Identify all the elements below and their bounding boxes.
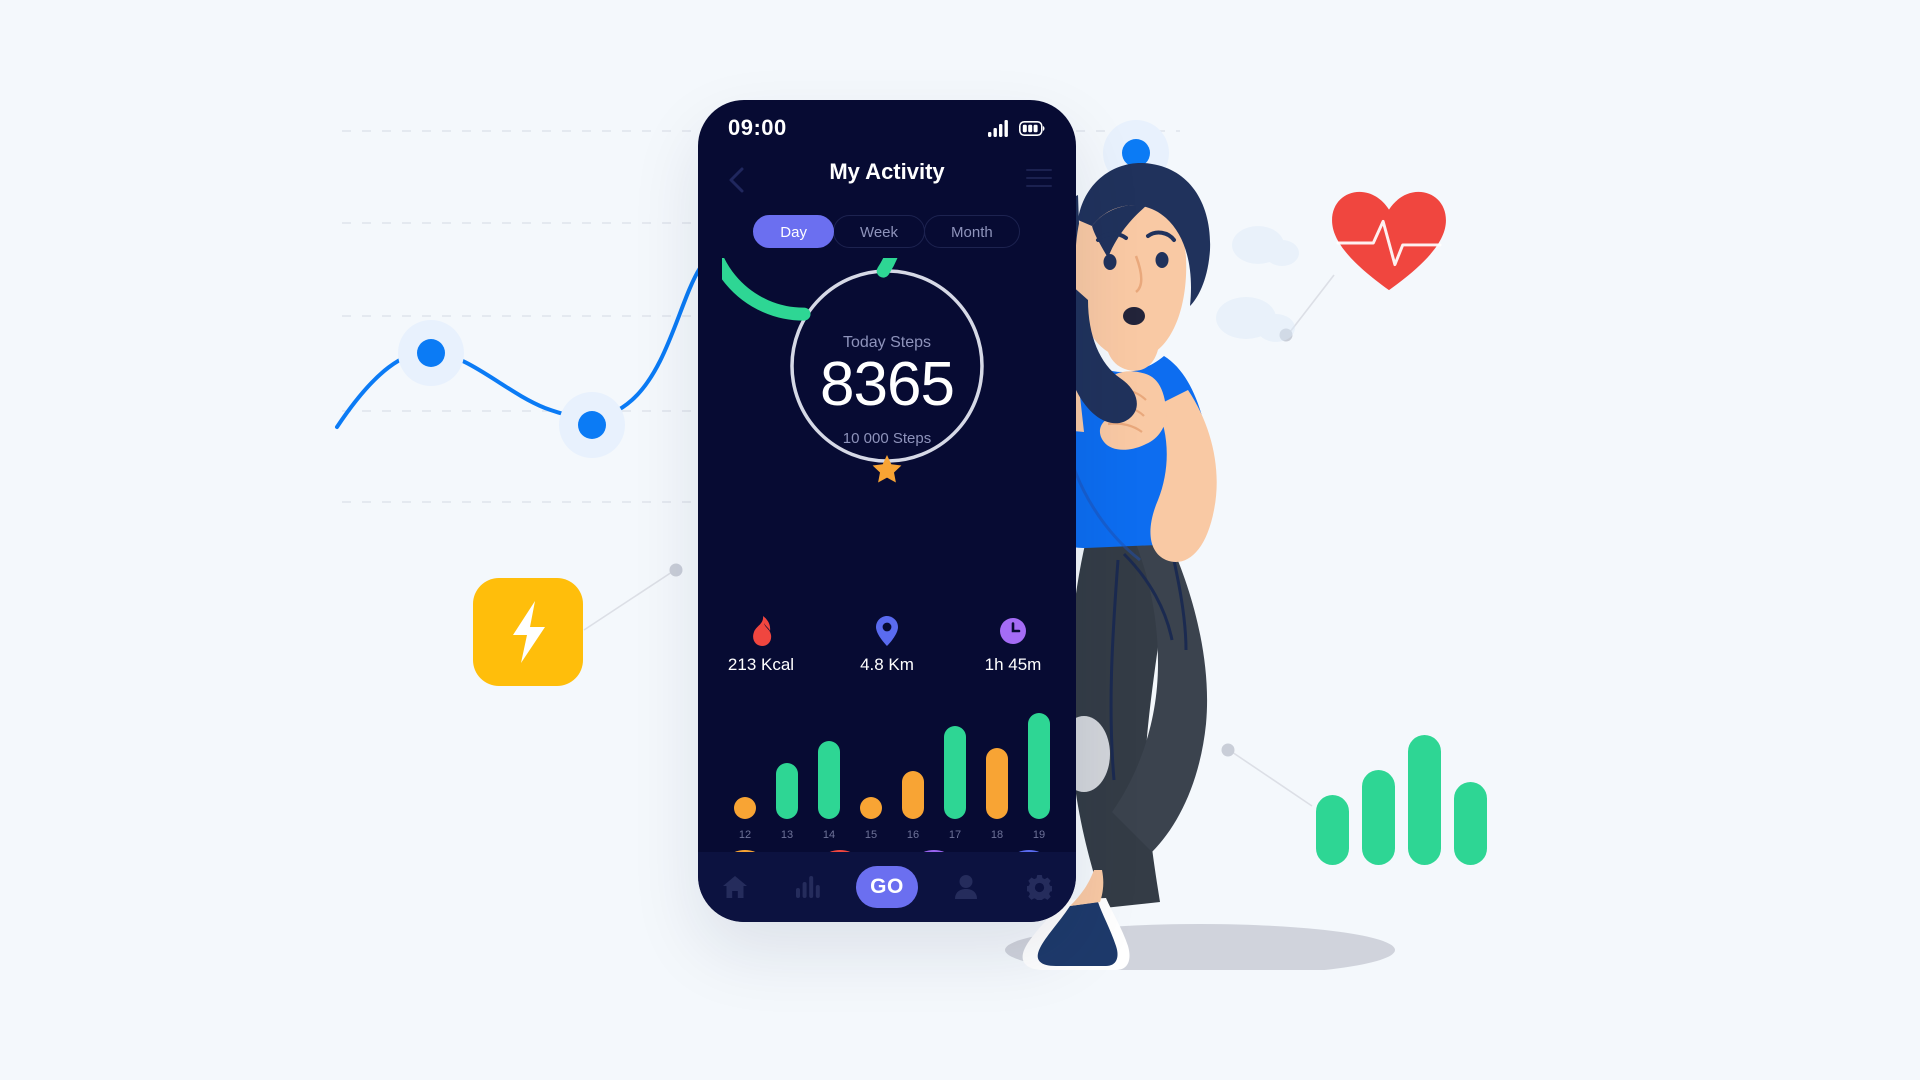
tab-day[interactable]: Day: [753, 215, 834, 248]
bottom-nav: GO: [698, 852, 1076, 922]
phone-mockup: 09:00 My Activity Day Week Month Today S…: [698, 100, 1076, 922]
stat-distance-value: 4.8 Km: [860, 655, 914, 674]
bar: [860, 797, 882, 819]
app-header: My Activity: [698, 155, 1076, 205]
hamburger-menu-icon[interactable]: [1026, 169, 1052, 187]
tab-week[interactable]: Week: [832, 215, 926, 248]
steps-value: 8365: [820, 350, 955, 419]
bar: [902, 771, 924, 819]
bar-label: 17: [948, 829, 962, 841]
stats-row: 213 Kcal 4.8 Km 1h 45m: [698, 616, 1076, 675]
bar-label: 14: [822, 829, 836, 841]
signal-bars-icon: [988, 119, 1008, 137]
nav-profile[interactable]: [940, 867, 992, 907]
star-icon: [872, 455, 902, 483]
stat-calories: 213 Kcal: [706, 616, 816, 675]
nav-home[interactable]: [709, 867, 761, 907]
energy-card: [473, 578, 583, 686]
steps-goal: 10 000 Steps: [842, 430, 932, 447]
bar-label: 12: [738, 829, 752, 841]
bar-label: 16: [906, 829, 920, 841]
status-bar: 09:00: [698, 100, 1076, 156]
page-title: My Activity: [829, 159, 945, 184]
go-button[interactable]: GO: [855, 866, 918, 908]
stat-duration-value: 1h 45m: [984, 655, 1042, 674]
bar-label: 19: [1032, 829, 1046, 841]
bar-label: 15: [864, 829, 878, 841]
home-icon: [722, 876, 747, 898]
runner-illustration: [1000, 163, 1395, 970]
nav-settings[interactable]: [1013, 867, 1065, 907]
hourly-bar-chart: 12 13 14 15 16 17 18 19: [698, 696, 1076, 841]
bar-chart-icon: [796, 876, 821, 898]
battery-icon: [1019, 120, 1045, 136]
illustration-canvas: 09:00 My Activity Day Week Month Today S…: [0, 0, 1920, 1080]
flame-icon: [753, 616, 772, 646]
status-time: 09:00: [728, 115, 787, 140]
stat-calories-value: 213 Kcal: [727, 655, 795, 674]
location-pin-icon: [876, 616, 898, 646]
bar: [986, 747, 1008, 819]
period-tabs: Day Week Month: [698, 215, 1076, 248]
bar: [818, 741, 840, 819]
stat-duration: 1h 45m: [958, 616, 1068, 675]
person-icon: [954, 875, 977, 899]
bar: [776, 762, 798, 819]
bar: [734, 797, 756, 819]
gear-icon: [1026, 874, 1052, 900]
bar: [1028, 713, 1050, 819]
tab-month[interactable]: Month: [924, 215, 1020, 248]
bar: [944, 726, 966, 819]
nav-stats[interactable]: [782, 867, 834, 907]
steps-ring: Today Steps 8365 10 000 Steps: [722, 258, 1052, 483]
stat-distance: 4.8 Km: [832, 616, 942, 675]
clock-icon: [1000, 618, 1026, 644]
lightning-bolt-icon: [513, 601, 545, 663]
bar-label: 18: [990, 829, 1004, 841]
bar-label: 13: [780, 829, 794, 841]
